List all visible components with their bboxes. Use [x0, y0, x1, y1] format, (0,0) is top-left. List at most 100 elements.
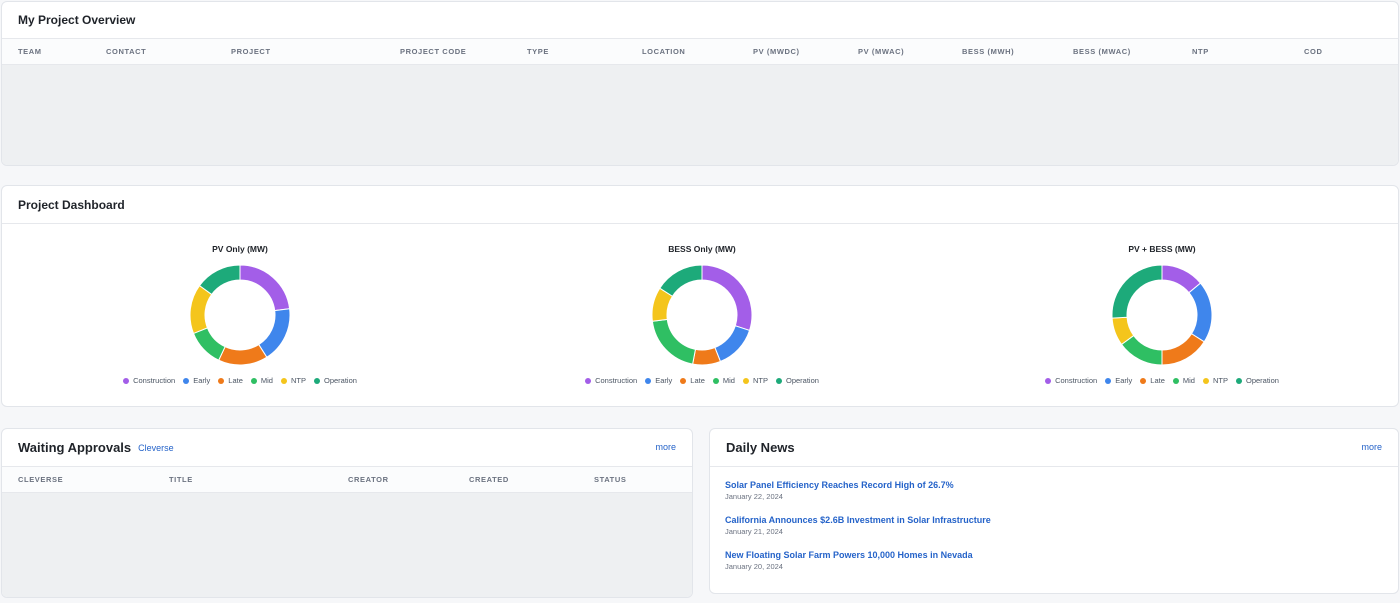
news-list: Solar Panel Efficiency Reaches Record Hi…: [710, 467, 1398, 572]
column-header-bess-mwh[interactable]: BESS (MWH): [962, 39, 1014, 65]
legend-label: Mid: [722, 376, 735, 385]
news-headline-link[interactable]: Solar Panel Efficiency Reaches Record Hi…: [725, 479, 1383, 491]
column-header-cod[interactable]: COD: [1304, 39, 1322, 65]
donut-slice-late[interactable]: [218, 343, 268, 366]
project-dashboard-card: Project Dashboard PV Only (MW) Construct…: [1, 185, 1399, 407]
column-header-project[interactable]: PROJECT: [231, 39, 271, 65]
legend-item-mid[interactable]: Mid: [250, 376, 273, 385]
legend-label: Operation: [785, 376, 819, 385]
chart-title: PV Only (MW): [212, 244, 268, 254]
donut-slice-operation[interactable]: [1111, 264, 1163, 319]
column-header-creator[interactable]: CREATOR: [348, 467, 389, 493]
waiting-approvals-card: Waiting Approvals Cleverse more CLEVERSE…: [1, 428, 693, 598]
legend-dot-icon: [1105, 377, 1112, 384]
legend-item-late[interactable]: Late: [680, 376, 705, 385]
legend-item-operation[interactable]: Operation: [1235, 376, 1279, 385]
legend-label: Construction: [595, 376, 638, 385]
chart-legend: Construction Early Late Mid NTP Operation: [552, 376, 852, 385]
legend-item-early[interactable]: Early: [1105, 376, 1132, 385]
donut-slice-construction[interactable]: [239, 264, 291, 312]
news-date: January 20, 2024: [725, 562, 783, 571]
column-header-type[interactable]: TYPE: [527, 39, 549, 65]
column-header-created[interactable]: CREATED: [469, 467, 509, 493]
legend-dot-icon: [1045, 377, 1052, 384]
donut-slice-early[interactable]: [258, 308, 291, 358]
news-date: January 21, 2024: [725, 527, 783, 536]
legend-label: NTP: [752, 376, 768, 385]
news-more-link[interactable]: more: [1361, 442, 1382, 452]
column-header-location[interactable]: LOCATION: [642, 39, 685, 65]
legend-item-construction[interactable]: Construction: [1045, 376, 1097, 385]
waiting-approvals-title: Waiting Approvals: [18, 440, 132, 455]
column-header-contact[interactable]: CONTACT: [106, 39, 146, 65]
column-header-title[interactable]: TITLE: [169, 467, 193, 493]
legend-item-ntp[interactable]: NTP: [280, 376, 306, 385]
legend-label: Construction: [133, 376, 176, 385]
donut-slice-late[interactable]: [692, 346, 722, 366]
legend-item-ntp[interactable]: NTP: [1202, 376, 1228, 385]
project-dashboard-title: Project Dashboard: [18, 197, 125, 212]
project-overview-card: My Project Overview TEAM CONTACT PROJECT…: [1, 1, 1399, 166]
legend-item-operation[interactable]: Operation: [775, 376, 819, 385]
legend-dot-icon: [1202, 377, 1209, 384]
column-header-cleverse[interactable]: CLEVERSE: [18, 467, 63, 493]
column-header-team[interactable]: TEAM: [18, 39, 42, 65]
legend-label: Construction: [1055, 376, 1098, 385]
legend-dot-icon: [585, 377, 592, 384]
donut-slice-early[interactable]: [714, 325, 751, 363]
donut-slice-late[interactable]: [1161, 333, 1205, 366]
project-dashboard-header: Project Dashboard: [2, 186, 1398, 224]
legend-item-construction[interactable]: Construction: [123, 376, 175, 385]
column-header-status[interactable]: STATUS: [594, 467, 627, 493]
donut-slice-mid[interactable]: [651, 318, 697, 365]
donut-chart-bess-only[interactable]: [651, 264, 753, 366]
legend-dot-icon: [313, 377, 320, 384]
legend-dot-icon: [775, 377, 782, 384]
column-header-bess-mwac[interactable]: BESS (MWAC): [1073, 39, 1131, 65]
legend-item-operation[interactable]: Operation: [313, 376, 357, 385]
news-headline-link[interactable]: New Floating Solar Farm Powers 10,000 Ho…: [725, 549, 1383, 561]
donut-chart-pv-bess[interactable]: [1111, 264, 1213, 366]
legend-item-early[interactable]: Early: [645, 376, 672, 385]
legend-label: Late: [1150, 376, 1165, 385]
legend-label: Mid: [1182, 376, 1195, 385]
donut-slice-operation[interactable]: [659, 264, 703, 297]
legend-dot-icon: [1235, 377, 1242, 384]
legend-dot-icon: [1140, 377, 1147, 384]
chart-legend: Construction Early Late Mid NTP Operation: [90, 376, 390, 385]
legend-label: Mid: [260, 376, 273, 385]
project-overview-table-header: TEAM CONTACT PROJECT PROJECT CODE TYPE L…: [2, 39, 1398, 65]
legend-label: Operation: [323, 376, 357, 385]
approvals-more-link[interactable]: more: [655, 442, 676, 452]
legend-item-mid[interactable]: Mid: [1172, 376, 1195, 385]
legend-item-late[interactable]: Late: [1140, 376, 1165, 385]
legend-item-early[interactable]: Early: [183, 376, 210, 385]
news-headline-link[interactable]: California Announces $2.6B Investment in…: [725, 514, 1383, 526]
cleverse-filter-link[interactable]: Cleverse: [138, 443, 174, 453]
daily-news-header: Daily News more: [710, 429, 1398, 467]
legend-label: Late: [228, 376, 243, 385]
legend-dot-icon: [250, 377, 257, 384]
legend-item-mid[interactable]: Mid: [712, 376, 735, 385]
project-overview-header: My Project Overview: [2, 2, 1398, 39]
donut-chart-pv-only[interactable]: [189, 264, 291, 366]
donut-slice-operation[interactable]: [198, 264, 241, 296]
legend-item-ntp[interactable]: NTP: [742, 376, 768, 385]
legend-item-late[interactable]: Late: [218, 376, 243, 385]
news-date: January 22, 2024: [725, 492, 783, 501]
legend-dot-icon: [680, 377, 687, 384]
donut-slice-ntp[interactable]: [189, 284, 213, 335]
column-header-pv-mwac[interactable]: PV (MWAC): [858, 39, 904, 65]
column-header-pv-mwdc[interactable]: PV (MWDC): [753, 39, 800, 65]
donut-slice-construction[interactable]: [701, 264, 753, 332]
legend-dot-icon: [1172, 377, 1179, 384]
legend-item-construction[interactable]: Construction: [585, 376, 637, 385]
donut-slice-early[interactable]: [1188, 282, 1213, 343]
donut-slice-mid[interactable]: [192, 327, 226, 361]
legend-dot-icon: [123, 377, 130, 384]
project-overview-table-body: [2, 65, 1398, 165]
column-header-project-code[interactable]: PROJECT CODE: [400, 39, 466, 65]
news-item: California Announces $2.6B Investment in…: [710, 514, 1398, 537]
approvals-table-header: CLEVERSE TITLE CREATOR CREATED STATUS: [2, 467, 692, 493]
column-header-ntp[interactable]: NTP: [1192, 39, 1209, 65]
